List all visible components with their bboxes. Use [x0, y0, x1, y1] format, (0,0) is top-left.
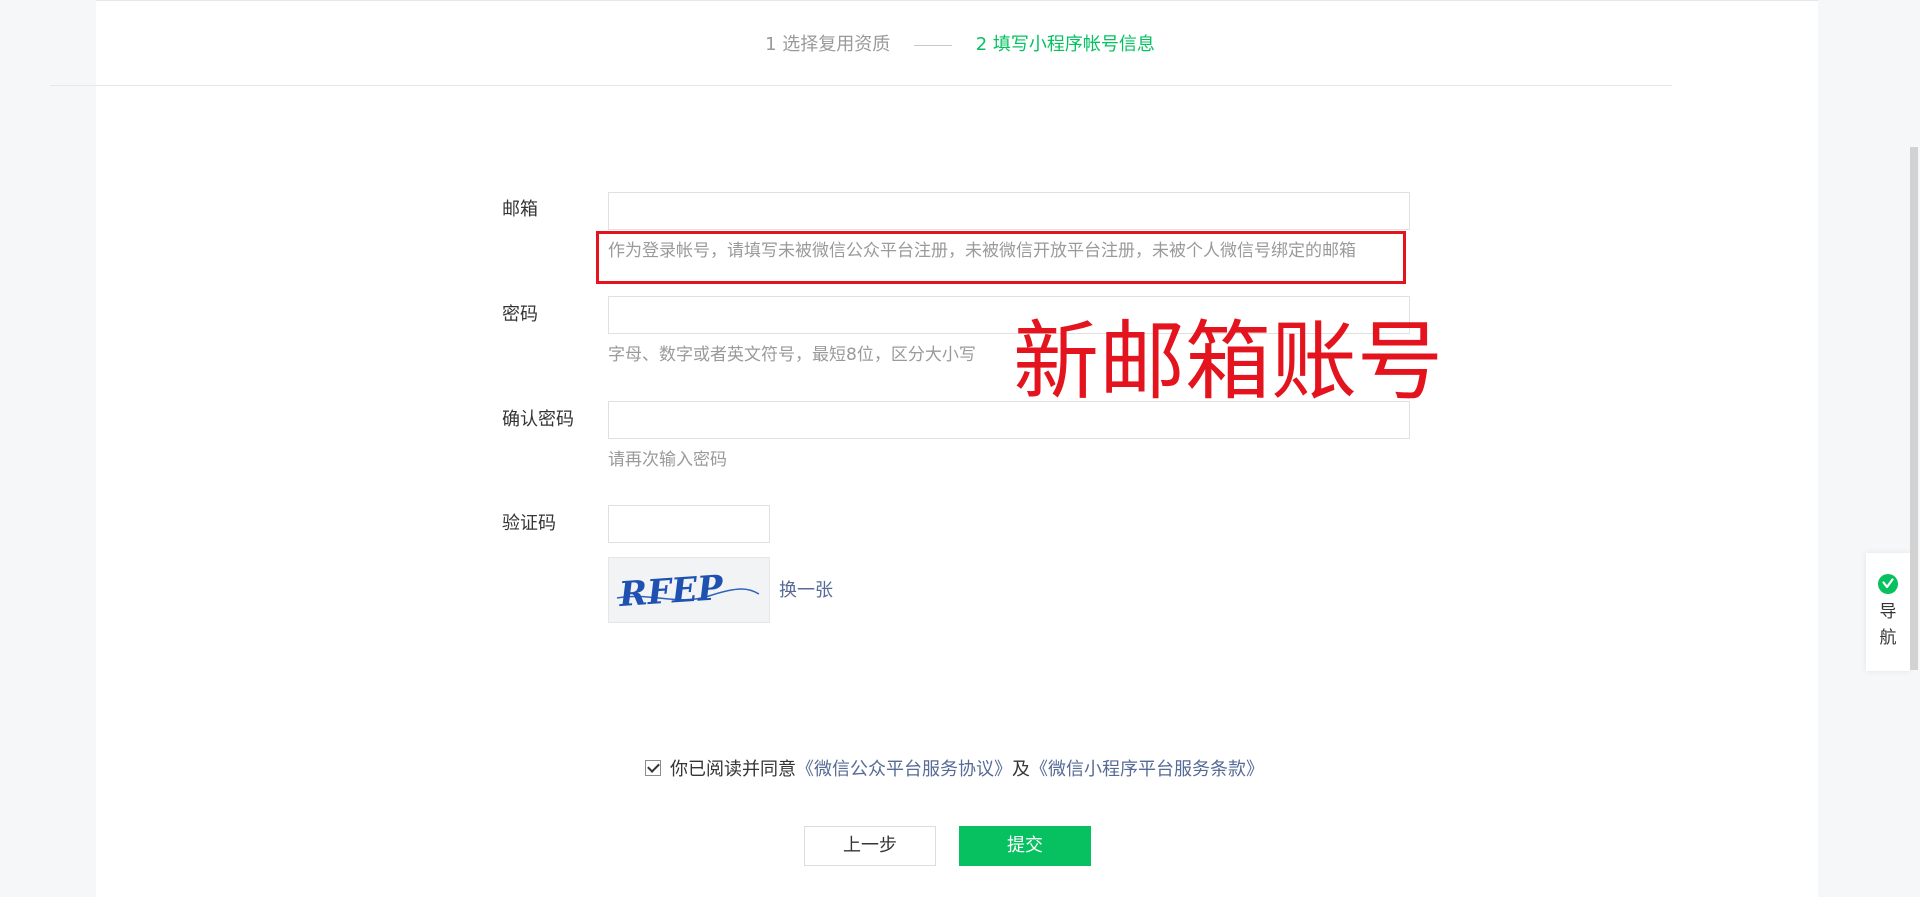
side-nav-button[interactable]: 导 航 — [1866, 553, 1910, 671]
captcha-input[interactable] — [608, 505, 770, 543]
captcha-text: RFEP — [617, 568, 726, 615]
step-1: 1 选择复用资质 — [765, 34, 891, 55]
agreement-row: 你已阅读并同意《微信公众平台服务协议》及《微信小程序平台服务条款》 — [645, 758, 1264, 782]
captcha-graphic: RFEP — [617, 568, 760, 615]
email-label: 邮箱 — [502, 199, 538, 220]
password-hint: 字母、数字或者英文符号，最短8位，区分大小写 — [608, 345, 976, 365]
prev-step-button[interactable]: 上一步 — [804, 826, 936, 866]
confirm-password-label: 确认密码 — [502, 409, 574, 430]
side-nav-label-line2: 航 — [1879, 628, 1897, 648]
agree-checkbox[interactable] — [645, 760, 661, 776]
wechat-badge-icon — [1878, 574, 1898, 594]
agree-prefix: 你已阅读并同意 — [670, 759, 796, 780]
step-connector — [914, 44, 952, 46]
step-indicator: 1 选择复用资质 2 填写小程序帐号信息 — [0, 33, 1920, 57]
refresh-captcha-link[interactable]: 换一张 — [779, 579, 833, 603]
side-nav-label-line1: 导 — [1879, 602, 1897, 622]
side-nav-label: 导 航 — [1866, 599, 1910, 651]
email-input[interactable] — [608, 192, 1410, 230]
highlight-box — [596, 231, 1406, 284]
miniprogram-terms-link[interactable]: 《微信小程序平台服务条款》 — [1030, 759, 1264, 780]
service-agreement-link[interactable]: 《微信公众平台服务协议》 — [796, 759, 1012, 780]
submit-button[interactable]: 提交 — [959, 826, 1091, 866]
agree-conjunction: 及 — [1012, 759, 1030, 780]
password-label: 密码 — [502, 304, 538, 325]
steps-divider — [50, 85, 1672, 86]
scrollbar-thumb[interactable] — [1910, 147, 1918, 670]
confirm-password-hint: 请再次输入密码 — [608, 450, 727, 470]
captcha-image[interactable]: RFEP — [608, 557, 770, 623]
captcha-label: 验证码 — [502, 513, 556, 534]
red-annotation-text: 新邮箱账号 — [1013, 312, 1443, 412]
step-2: 2 填写小程序帐号信息 — [975, 34, 1155, 55]
